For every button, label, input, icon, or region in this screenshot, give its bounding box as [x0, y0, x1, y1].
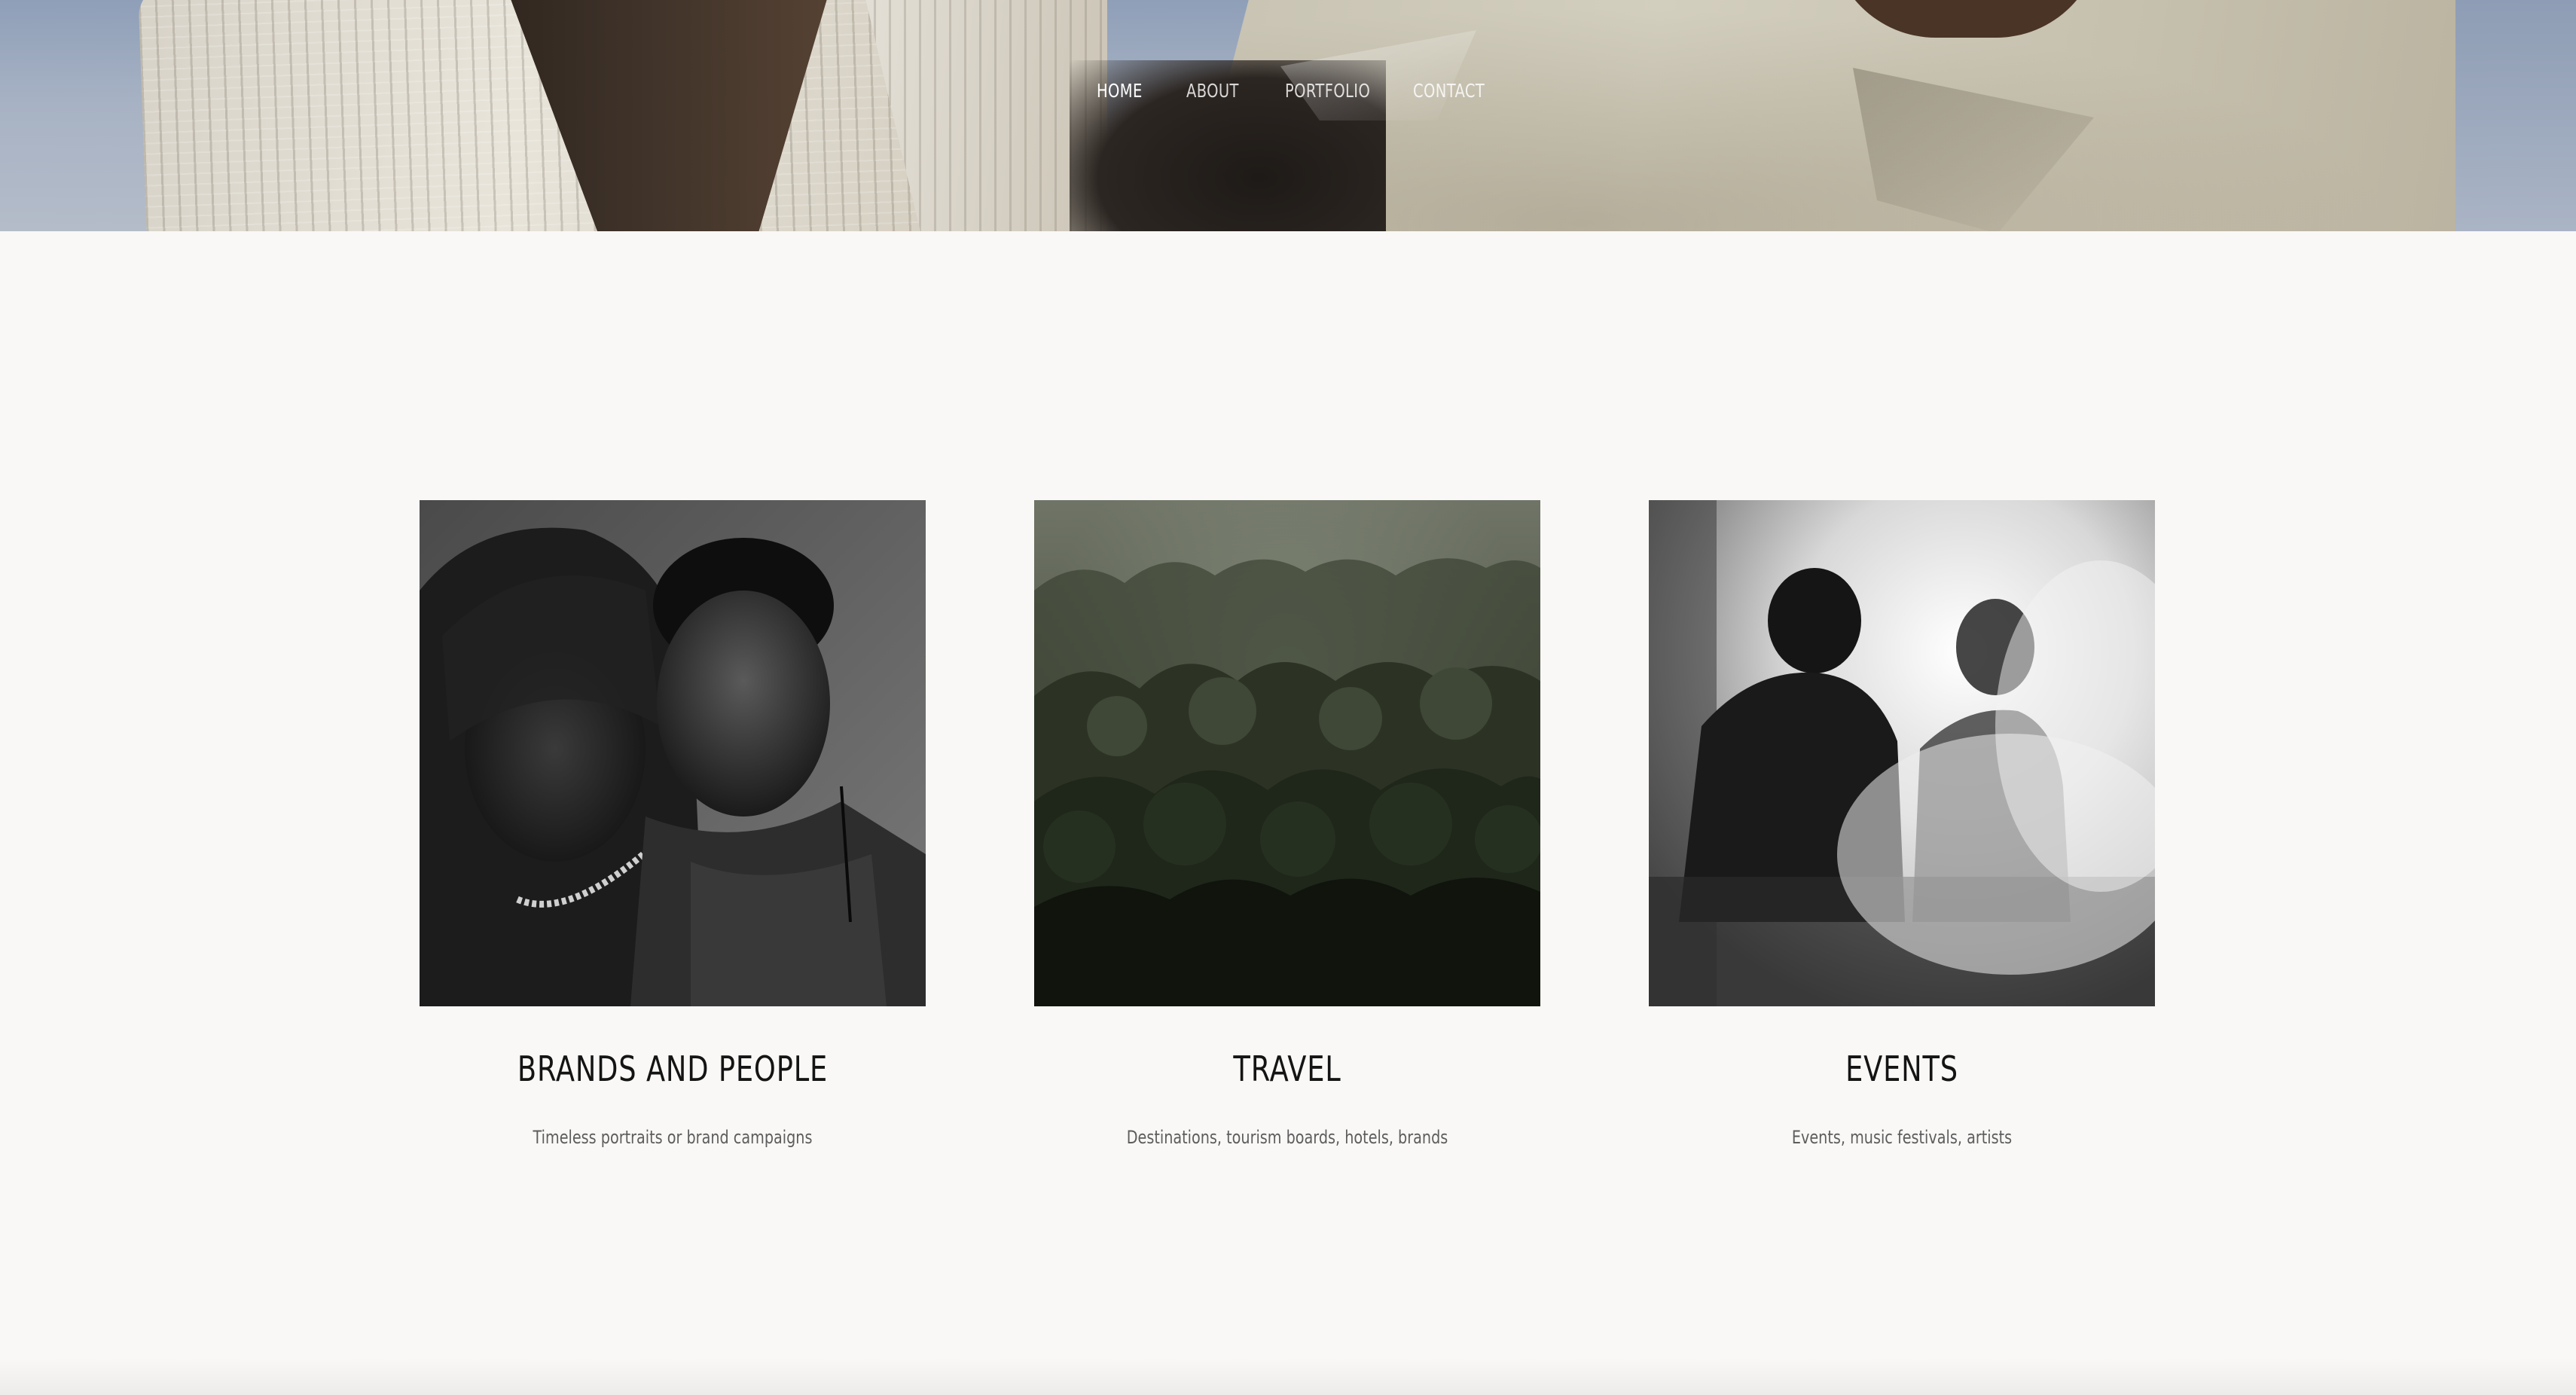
nav-home[interactable]: HOME [1097, 80, 1143, 102]
card-travel: TRAVEL Destinations, tourism boards, hot… [1034, 500, 1540, 1148]
card-image-brands[interactable] [420, 500, 926, 1006]
nav-about[interactable]: ABOUT [1186, 80, 1239, 102]
card-subtitle: Destinations, tourism boards, hotels, br… [1126, 1127, 1448, 1148]
card-brands-and-people: BRANDS AND PEOPLE Timeless portraits or … [420, 500, 926, 1148]
card-image-events[interactable] [1649, 500, 2155, 1006]
card-title[interactable]: TRAVEL [1085, 1049, 1490, 1089]
hero-image: HOME ABOUT PORTFOLIO CONTACT [0, 0, 2576, 231]
card-title[interactable]: BRANDS AND PEOPLE [470, 1049, 875, 1089]
card-image-travel[interactable] [1034, 500, 1540, 1006]
card-subtitle: Timeless portraits or brand campaigns [533, 1127, 813, 1148]
bottom-shadow [0, 1357, 2576, 1395]
event-smoke-photo [1649, 500, 2155, 1006]
hero-sky [2455, 0, 2576, 231]
card-subtitle: Events, music festivals, artists [1791, 1127, 2013, 1148]
card-events: EVENTS Events, music festivals, artists [1649, 500, 2155, 1148]
page: HOME ABOUT PORTFOLIO CONTACT BRANDS AND … [0, 0, 2576, 1395]
jungle-photo [1034, 500, 1540, 1006]
portrait-photo [420, 500, 926, 1006]
nav-contact[interactable]: CONTACT [1413, 80, 1485, 102]
nav-portfolio[interactable]: PORTFOLIO [1285, 80, 1370, 102]
card-title[interactable]: EVENTS [1699, 1049, 2104, 1089]
